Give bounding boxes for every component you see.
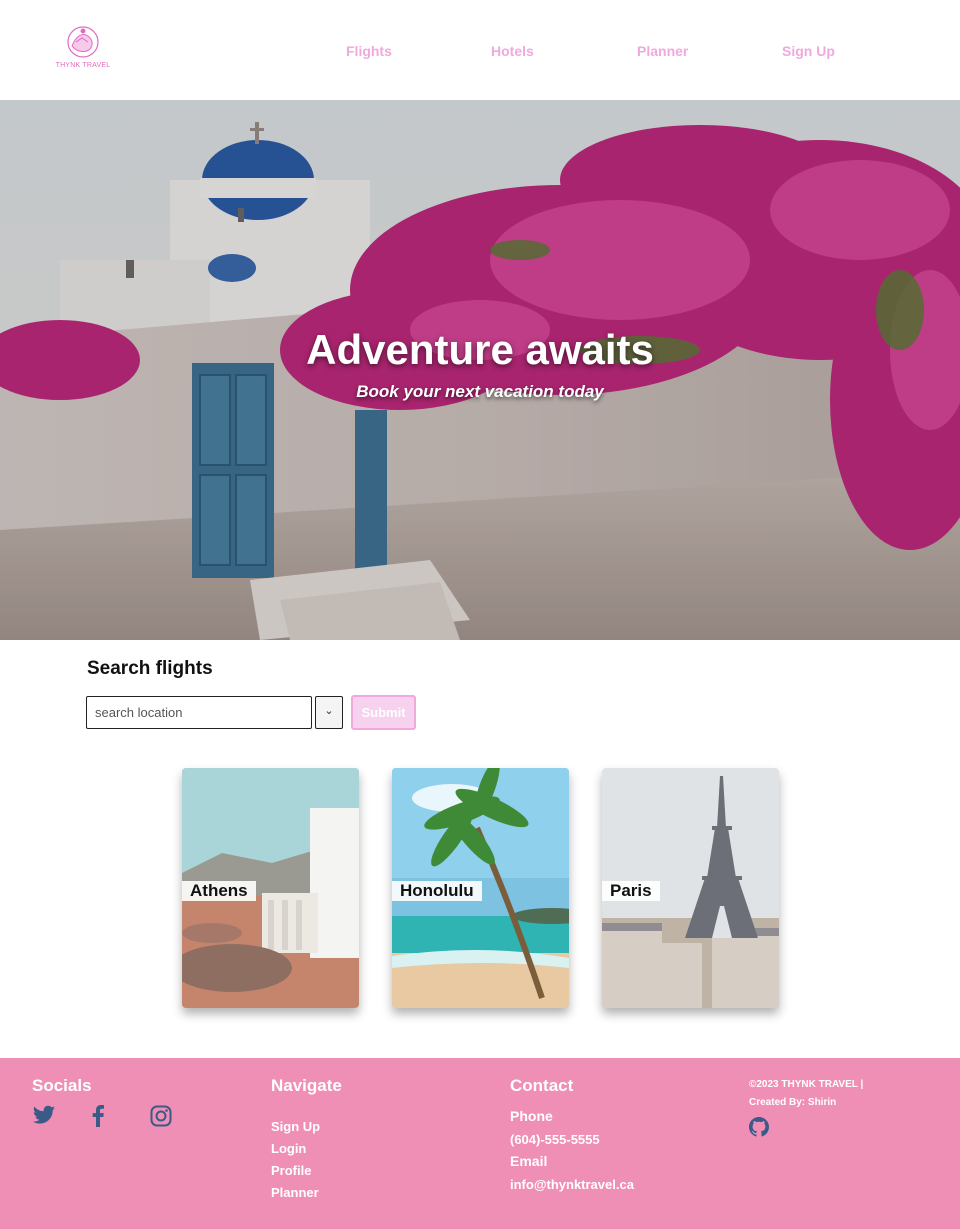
destination-card-paris[interactable]: Paris xyxy=(602,768,779,1008)
destination-card-athens[interactable]: Athens xyxy=(182,768,359,1008)
copyright-line: ©2023 THYNK TRAVEL | xyxy=(749,1079,864,1090)
search-title: Search flights xyxy=(87,658,213,679)
footer-link-planner[interactable]: Planner xyxy=(271,1185,319,1200)
copyright: ©2023 THYNK TRAVEL | Created By: Shirin xyxy=(749,1076,899,1112)
hero-banner: Adventure awaits Book your next vacation… xyxy=(0,100,960,640)
card-label: Paris xyxy=(602,881,660,901)
hero-title: Adventure awaits xyxy=(306,326,654,373)
facebook-icon[interactable] xyxy=(92,1105,104,1127)
phone-link[interactable]: (604)-555-5555 xyxy=(510,1132,600,1147)
footer-link-login[interactable]: Login xyxy=(271,1141,306,1156)
search-input[interactable] xyxy=(86,696,312,729)
location-dropdown[interactable]: ⌄ xyxy=(315,696,343,729)
nav-flights[interactable]: Flights xyxy=(346,43,392,59)
site-footer: Socials Navigate Sign Up Login Profile P… xyxy=(0,1058,960,1229)
email-link[interactable]: info@thynktravel.ca xyxy=(510,1177,634,1192)
instagram-icon[interactable] xyxy=(150,1105,172,1127)
hero-subtitle: Book your next vacation today xyxy=(356,382,604,401)
creator-line: Created By: Shirin xyxy=(749,1097,837,1108)
github-icon[interactable] xyxy=(749,1117,769,1137)
email-label: Email xyxy=(510,1153,548,1169)
card-label: Athens xyxy=(182,881,256,901)
nav-signup[interactable]: Sign Up xyxy=(782,43,835,59)
nav-planner[interactable]: Planner xyxy=(637,43,688,59)
submit-button[interactable]: Submit xyxy=(351,695,416,730)
logo-text: THYNK TRAVEL xyxy=(55,62,111,69)
chevron-down-icon: ⌄ xyxy=(324,705,334,717)
destination-card-honolulu[interactable]: Honolulu xyxy=(392,768,569,1008)
socials-heading: Socials xyxy=(32,1076,92,1095)
nav-hotels[interactable]: Hotels xyxy=(491,43,534,59)
twitter-icon[interactable] xyxy=(32,1105,56,1127)
footer-link-signup[interactable]: Sign Up xyxy=(271,1119,320,1134)
card-label: Honolulu xyxy=(392,881,482,901)
navigate-heading: Navigate xyxy=(271,1076,342,1095)
phone-label: Phone xyxy=(510,1108,553,1124)
site-header: THYNK TRAVEL Flights Hotels Planner Sign… xyxy=(0,0,960,100)
brand-logo[interactable]: THYNK TRAVEL xyxy=(52,22,114,74)
contact-heading: Contact xyxy=(510,1076,574,1095)
logo-icon xyxy=(67,26,99,58)
footer-link-profile[interactable]: Profile xyxy=(271,1163,311,1178)
